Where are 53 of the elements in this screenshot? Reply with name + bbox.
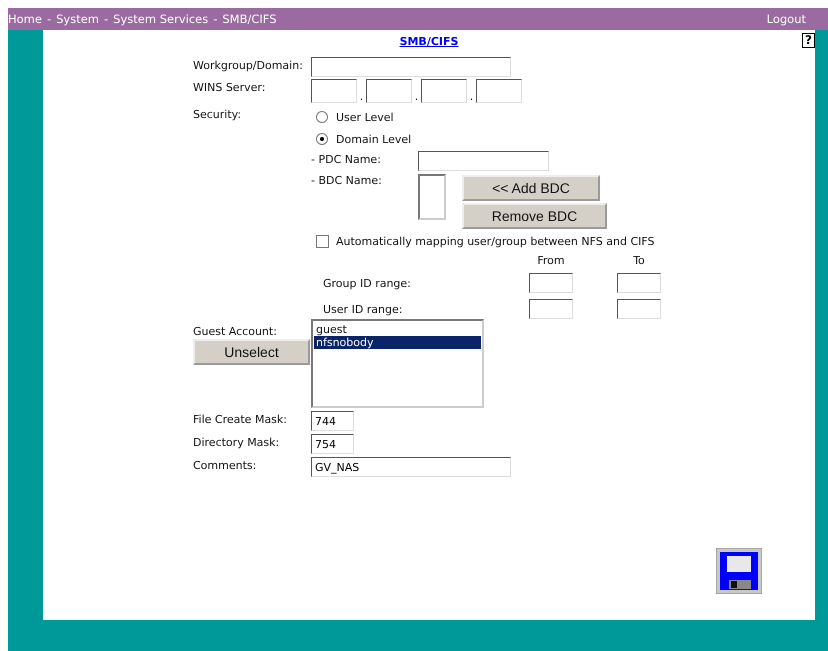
- list-option[interactable]: nfsnobody: [314, 336, 481, 349]
- column-header: From: [536, 254, 566, 267]
- breadcrumb-link[interactable]: System Services: [113, 12, 208, 26]
- field-label: Directory Mask:: [193, 435, 280, 449]
- logout-link[interactable]: Logout: [766, 12, 806, 26]
- field-label: File Create Mask:: [193, 412, 288, 426]
- field-label: WINS Server:: [193, 80, 266, 94]
- ip-octet-field[interactable]: [421, 79, 467, 103]
- radio-button[interactable]: [316, 133, 328, 145]
- field-label: User ID range:: [323, 302, 404, 316]
- field-label: - PDC Name:: [311, 152, 382, 166]
- radio-button[interactable]: [316, 111, 328, 123]
- bdc-button[interactable]: << Add BDC: [462, 175, 600, 201]
- breadcrumb-link[interactable]: Home: [8, 12, 42, 26]
- breadcrumb-separator: -: [104, 12, 108, 26]
- page-title-link[interactable]: SMB/CIFS: [400, 35, 458, 53]
- range-to-field[interactable]: [617, 273, 661, 293]
- field-label: - BDC Name:: [311, 173, 383, 187]
- field-label: Security:: [193, 107, 242, 121]
- range-to-field[interactable]: [617, 299, 661, 319]
- workgroup-field[interactable]: [311, 57, 511, 77]
- field-label: Comments:: [193, 458, 258, 472]
- help-icon[interactable]: ?: [802, 33, 815, 48]
- unselect-button[interactable]: Unselect: [193, 339, 310, 365]
- ip-dot: .: [468, 90, 474, 103]
- radio-label: Domain Level: [336, 132, 412, 146]
- range-from-field[interactable]: [529, 299, 573, 319]
- comments-field[interactable]: GV_NAS: [311, 457, 511, 477]
- ip-octet-field[interactable]: [366, 79, 412, 103]
- range-from-field[interactable]: [529, 273, 573, 293]
- breadcrumb-link[interactable]: SMB/CIFS: [222, 12, 276, 26]
- bdc-list[interactable]: [418, 174, 446, 220]
- breadcrumb-link[interactable]: System: [56, 12, 100, 26]
- guest-account-list[interactable]: guest nfsnobody: [311, 319, 484, 408]
- save-icon[interactable]: [716, 548, 762, 594]
- column-header: To: [632, 254, 646, 267]
- pdc-name-field[interactable]: [418, 151, 549, 171]
- list-option[interactable]: guest: [314, 323, 481, 336]
- breadcrumb-separator: -: [46, 12, 52, 26]
- bdc-button[interactable]: Remove BDC: [462, 203, 607, 229]
- radio-label: User Level: [336, 110, 394, 124]
- field-label: Guest Account:: [193, 325, 278, 338]
- ip-dot: .: [358, 90, 364, 103]
- directory-mask-field[interactable]: 754: [311, 434, 354, 454]
- ip-octet-field[interactable]: [476, 79, 522, 103]
- breadcrumb-separator: -: [213, 12, 218, 26]
- checkbox-label: Automatically mapping user/group between NFS and CIFS: [336, 235, 654, 248]
- file-create-mask-field[interactable]: 744: [311, 411, 354, 431]
- ip-dot: .: [414, 90, 420, 103]
- field-label: Group ID range:: [323, 276, 412, 290]
- checkbox[interactable]: [316, 235, 329, 248]
- ip-octet-field[interactable]: [311, 79, 357, 103]
- field-label: Workgroup/Domain:: [193, 58, 304, 72]
